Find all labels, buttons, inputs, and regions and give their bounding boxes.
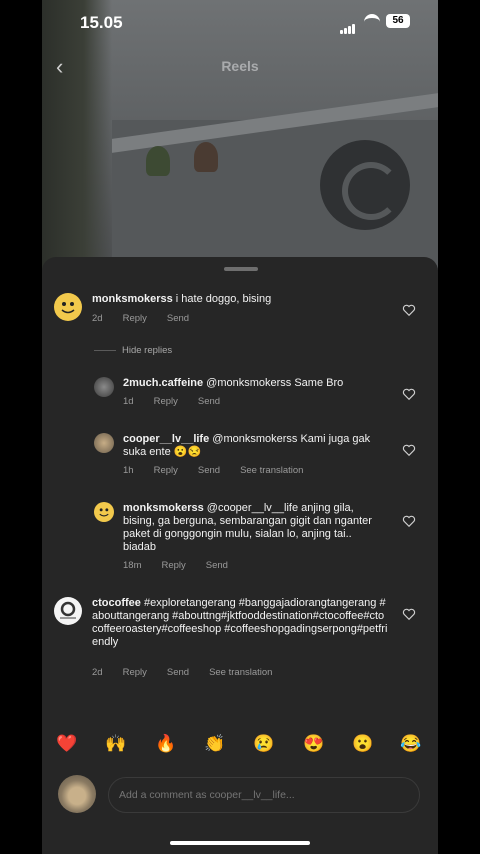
comment-username[interactable]: cooper__lv__life [123, 433, 209, 445]
avatar[interactable] [54, 293, 82, 321]
send-button[interactable]: Send [167, 313, 189, 324]
reply-button[interactable]: Reply [154, 465, 178, 476]
see-translation-link[interactable]: See translation [240, 465, 303, 476]
sheet-drag-handle[interactable] [224, 267, 258, 271]
page-title: Reels [221, 58, 259, 74]
comment-age: 18m [123, 560, 142, 571]
comment-input[interactable] [108, 777, 420, 813]
comment-age: 2d [92, 313, 103, 324]
comment-body: monksmokerss @cooper__lv__life anjing gi… [123, 502, 373, 554]
like-heart-icon[interactable] [402, 387, 416, 401]
comment-username[interactable]: monksmokerss [92, 293, 173, 305]
comment-body: monksmokerss i hate doggo, bising [92, 293, 382, 306]
comment-item: monksmokerss i hate doggo, bising 2d Repl… [54, 293, 424, 337]
reply-button[interactable]: Reply [123, 313, 147, 324]
plant-decoration [194, 142, 218, 172]
like-heart-icon[interactable] [402, 303, 416, 317]
comment-composer [42, 767, 438, 817]
status-time: 15.05 [80, 13, 123, 32]
cellular-signal-icon [340, 16, 356, 34]
comment-username[interactable]: monksmokerss [123, 502, 204, 514]
send-button[interactable]: Send [206, 560, 228, 571]
crying-face-emoji-icon[interactable]: 😢 [253, 733, 274, 755]
like-heart-icon[interactable] [402, 607, 416, 621]
send-button[interactable]: Send [198, 465, 220, 476]
plant-decoration [146, 146, 170, 176]
like-heart-icon[interactable] [402, 443, 416, 457]
reply-item: cooper__lv__life @monksmokerss Kami juga… [94, 433, 424, 481]
clapping-hands-emoji-icon[interactable]: 👏 [204, 733, 225, 755]
cafe-logo-sign [320, 140, 410, 230]
comment-body: cooper__lv__life @monksmokerss Kami juga… [123, 433, 383, 459]
comments-sheet: monksmokerss i hate doggo, bising 2d Repl… [42, 257, 438, 854]
smiley-face-icon [61, 302, 75, 314]
send-button[interactable]: Send [167, 667, 189, 678]
smiley-face-icon [99, 508, 109, 517]
surprised-face-emoji-icon[interactable]: 😮 [352, 733, 373, 755]
comment-age: 2d [92, 667, 103, 678]
comment-text: @monksmokerss Same Bro [206, 377, 344, 389]
avatar[interactable] [58, 775, 96, 813]
emoji-reaction-bar: ❤️ 🙌 🔥 👏 😢 😍 😮 😂 [42, 733, 438, 757]
send-button[interactable]: Send [198, 396, 220, 407]
hide-replies-label: Hide replies [122, 345, 173, 356]
home-indicator[interactable] [170, 841, 310, 845]
reply-button[interactable]: Reply [123, 667, 147, 678]
avatar[interactable] [94, 502, 114, 522]
comment-meta: 18m Reply Send [123, 560, 248, 571]
raising-hands-emoji-icon[interactable]: 🙌 [105, 733, 126, 755]
avatar[interactable] [94, 377, 114, 397]
see-translation-link[interactable]: See translation [209, 667, 272, 678]
avatar[interactable] [94, 433, 114, 453]
heart-eyes-emoji-icon[interactable]: 😍 [303, 733, 324, 755]
avatar[interactable] [54, 597, 82, 625]
reply-button[interactable]: Reply [154, 396, 178, 407]
app-screen: 15.05 56 ‹ Reels monksmokerss i hate dog… [42, 0, 438, 854]
reply-item: monksmokerss @cooper__lv__life anjing gi… [94, 502, 424, 578]
reply-item: 2much.caffeine @monksmokerss Same Bro 1d… [94, 377, 424, 413]
comment-body: ctocoffee #exploretangerang #banggajadio… [92, 597, 388, 649]
hide-replies-button[interactable]: Hide replies [94, 345, 172, 356]
comment-age: 1d [123, 396, 134, 407]
comment-meta: 2d Reply Send See translation [92, 667, 292, 678]
comment-item: ctocoffee #exploretangerang #banggajadio… [54, 597, 424, 687]
red-heart-emoji-icon[interactable]: ❤️ [56, 733, 77, 755]
reply-button[interactable]: Reply [161, 560, 185, 571]
comment-body: 2much.caffeine @monksmokerss Same Bro [123, 377, 383, 390]
cafe-logo-icon [60, 601, 76, 619]
status-bar: 15.05 56 [42, 0, 438, 44]
comment-text: i hate doggo, bising [175, 293, 272, 305]
battery-indicator: 56 [386, 14, 410, 28]
comment-meta: 1h Reply Send See translation [123, 465, 323, 476]
fire-emoji-icon[interactable]: 🔥 [155, 733, 176, 755]
comment-username[interactable]: ctocoffee [92, 597, 141, 609]
wifi-icon [364, 14, 380, 26]
comment-username[interactable]: 2much.caffeine [123, 377, 203, 389]
comment-meta: 1d Reply Send [123, 396, 240, 407]
comment-age: 1h [123, 465, 134, 476]
comment-meta: 2d Reply Send [92, 313, 209, 324]
tears-of-joy-emoji-icon[interactable]: 😂 [400, 733, 421, 755]
like-heart-icon[interactable] [402, 514, 416, 528]
